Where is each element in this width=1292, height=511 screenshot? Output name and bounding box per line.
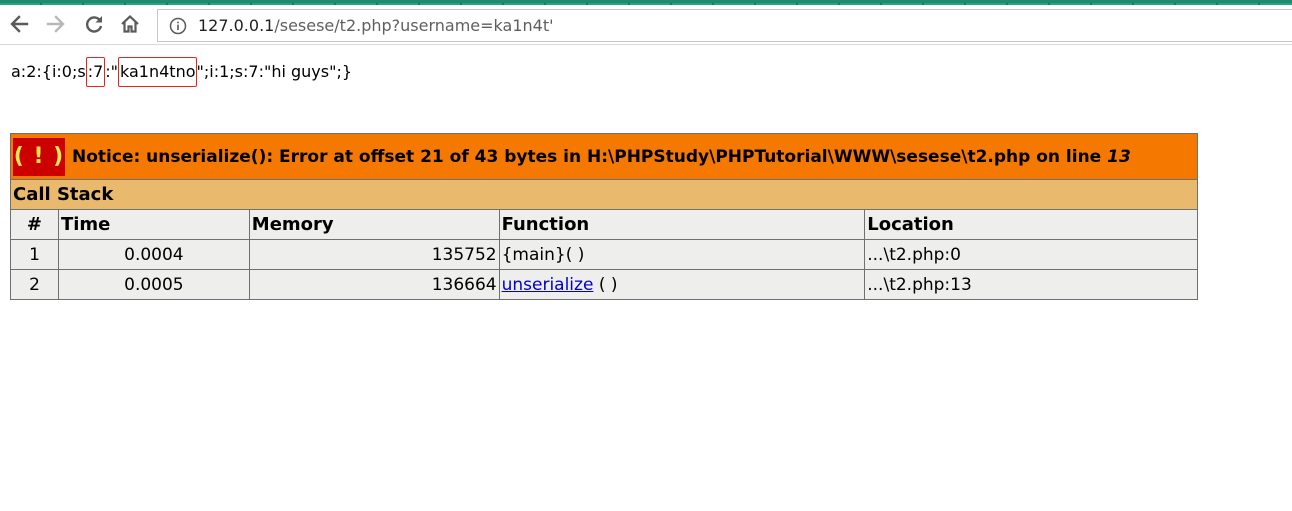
function-call-parens: ( ) — [593, 274, 618, 295]
column-header-time: Time — [57, 209, 250, 240]
notice-message-text: Notice: unserialize(): Error at offset 2… — [72, 146, 1108, 167]
notice-row: ( ! ) Notice: unserialize(): Error at of… — [10, 133, 1198, 180]
arrow-right-icon — [46, 15, 65, 33]
row-memory: 135752 — [248, 239, 500, 270]
call-stack-title: Call Stack — [10, 179, 1198, 210]
row-time: 0.0004 — [57, 239, 250, 270]
url-text[interactable]: 127.0.0.1/sesese/t2.php?username=ka1n4t' — [198, 16, 554, 35]
url-path: /sesese/t2.php?username=ka1n4t' — [274, 16, 554, 35]
xdebug-error-table: ( ! ) Notice: unserialize(): Error at of… — [10, 133, 1198, 300]
warning-bang-icon: ( ! ) — [13, 137, 65, 176]
back-button[interactable] — [4, 9, 34, 39]
call-stack-title-row: Call Stack — [10, 179, 1198, 210]
forward-button[interactable] — [41, 9, 71, 39]
serialized-suffix: ";i:1;s:7:"hi guys";} — [196, 62, 353, 81]
row-number: 2 — [10, 269, 59, 300]
row-time: 0.0005 — [57, 269, 250, 300]
notice-line-number: 13 — [1107, 146, 1131, 167]
column-header-number: # — [10, 209, 59, 240]
column-header-function: Function — [498, 209, 866, 240]
row-memory: 136664 — [248, 269, 500, 300]
notice-message: Notice: unserialize(): Error at offset 2… — [72, 147, 1131, 167]
url-host: 127.0.0.1 — [198, 16, 275, 35]
table-row: 1 0.0004 135752 {main}( ) ...\t2.php:0 — [10, 239, 1198, 270]
notice-cell: ( ! ) Notice: unserialize(): Error at of… — [10, 133, 1198, 180]
serialized-prefix: a:2:{i:0;s — [11, 62, 86, 81]
serialized-quote: :" — [105, 62, 119, 81]
highlight-box-value: ka1n4tno — [118, 57, 197, 87]
column-header-memory: Memory — [248, 209, 500, 240]
column-header-location: Location — [864, 209, 1198, 240]
reload-icon — [86, 16, 103, 33]
serialized-output: a:2:{i:0;s:7:" ka1n4tno";i:1;s:7:"hi guys… — [11, 57, 352, 87]
reload-button[interactable] — [79, 9, 109, 39]
browser-toolbar: 127.0.0.1/sesese/t2.php?username=ka1n4t' — [0, 5, 1292, 45]
function-doc-link[interactable]: unserialize — [502, 275, 594, 295]
home-button[interactable] — [115, 9, 145, 39]
row-function: unserialize ( ) — [498, 269, 866, 300]
row-number: 1 — [10, 239, 59, 270]
highlight-box-length: :7 — [85, 57, 106, 87]
info-icon[interactable] — [169, 17, 187, 35]
call-stack-header-row: # Time Memory Function Location — [10, 209, 1198, 240]
row-function: {main}( ) — [498, 239, 866, 270]
arrow-left-icon — [10, 15, 29, 33]
home-icon — [121, 14, 139, 33]
address-bar[interactable]: 127.0.0.1/sesese/t2.php?username=ka1n4t' — [157, 9, 1292, 42]
table-row: 2 0.0005 136664 unserialize ( ) ...\t2.p… — [10, 269, 1198, 300]
row-location: ...\t2.php:0 — [864, 239, 1198, 270]
row-location: ...\t2.php:13 — [864, 269, 1198, 300]
